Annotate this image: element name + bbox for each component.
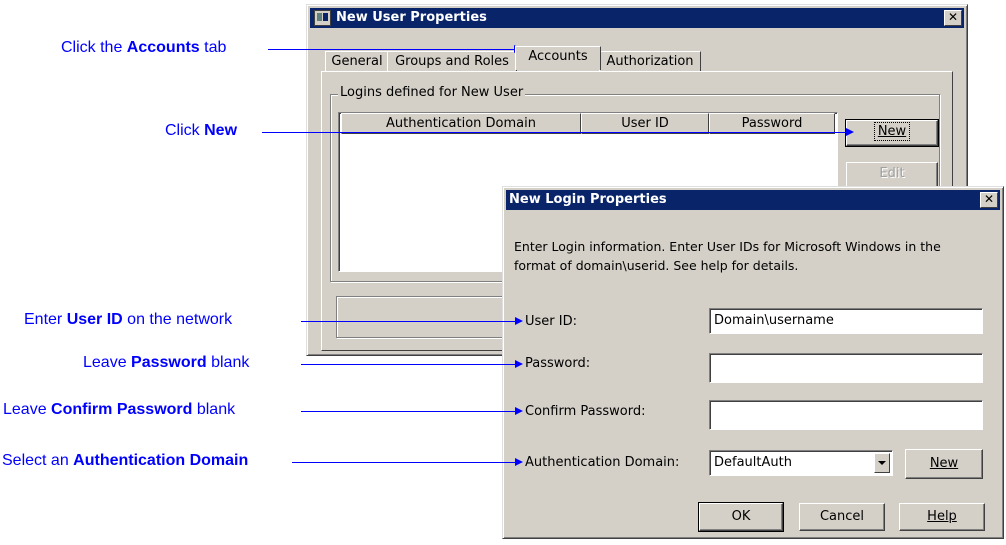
annotation-new-bold: New bbox=[204, 122, 238, 139]
annotation-accounts-line bbox=[268, 49, 518, 50]
column-user-id[interactable]: User ID bbox=[581, 113, 709, 134]
close-icon: ✕ bbox=[947, 10, 959, 24]
confirm-password-label-text: Confirm Password: bbox=[525, 404, 646, 419]
login-dialog-close-button[interactable]: ✕ bbox=[980, 192, 998, 208]
user-id-label-text: User ID: bbox=[525, 314, 577, 329]
authentication-domain-label: Authentication Domain: bbox=[525, 455, 679, 470]
arrow-icon bbox=[515, 407, 523, 415]
annotation-accounts-post: tab bbox=[199, 39, 227, 56]
annotation-domain-pre: Select an bbox=[2, 452, 74, 469]
annotation-authentication-domain: Select an Authentication Domain bbox=[2, 452, 248, 470]
password-field[interactable] bbox=[709, 353, 983, 383]
annotation-new: Click New bbox=[165, 122, 237, 140]
tab-general-label: General bbox=[331, 54, 383, 69]
tab-groups-and-roles[interactable]: Groups and Roles bbox=[387, 51, 517, 72]
cancel-label: Cancel bbox=[819, 509, 865, 524]
logins-new-label: New bbox=[873, 122, 911, 141]
annotation-confirm-bold: Confirm Password bbox=[51, 401, 193, 418]
annotation-user-id-line bbox=[301, 321, 519, 322]
annotation-domain-line bbox=[292, 462, 519, 463]
annotation-confirm-line bbox=[301, 411, 519, 412]
annotation-new-pre: Click bbox=[165, 122, 205, 139]
logins-group-label: Logins defined for New User bbox=[338, 85, 526, 100]
annotation-password-bold: Password bbox=[131, 354, 207, 371]
tab-authorization-label: Authorization bbox=[606, 54, 694, 69]
annotation-user-id-pre: Enter bbox=[24, 311, 67, 328]
confirm-password-field[interactable] bbox=[709, 400, 983, 430]
login-dialog-title: New Login Properties bbox=[509, 192, 667, 207]
annotation-password-line bbox=[301, 364, 519, 365]
annotation-password-post: blank bbox=[206, 354, 250, 371]
user-id-label: User ID: bbox=[525, 314, 577, 329]
authentication-domain-label-text: Authentication Domain: bbox=[525, 455, 680, 470]
column-password-label: Password bbox=[741, 116, 803, 131]
chevron-down-icon bbox=[878, 461, 886, 465]
login-instructions-line2: format of domain\userid. See help for de… bbox=[514, 258, 799, 273]
domain-new-button[interactable]: New bbox=[905, 449, 983, 479]
cancel-button[interactable]: Cancel bbox=[799, 503, 885, 531]
tab-accounts-label: Accounts bbox=[528, 49, 588, 64]
annotation-accounts-bold: Accounts bbox=[126, 39, 200, 56]
annotation-password: Leave Password blank bbox=[83, 354, 249, 372]
user-window-close-button[interactable]: ✕ bbox=[944, 10, 962, 26]
arrow-icon bbox=[515, 458, 523, 466]
user-id-field[interactable]: Domain\username bbox=[709, 308, 983, 334]
annotation-confirm-post: blank bbox=[192, 401, 236, 418]
column-authentication-domain-label: Authentication Domain bbox=[385, 116, 536, 131]
annotation-domain-bold: Authentication Domain bbox=[73, 452, 249, 469]
domain-new-label: New bbox=[929, 456, 959, 471]
column-user-id-label: User ID bbox=[621, 116, 669, 131]
login-instructions-line1: Enter Login information. Enter User IDs … bbox=[514, 239, 941, 254]
authentication-domain-value: DefaultAuth bbox=[714, 455, 792, 470]
logins-edit-label: Edit bbox=[879, 166, 905, 181]
user-window-title: New User Properties bbox=[336, 10, 487, 25]
new-login-properties-dialog: New Login Properties ✕ Enter Login infor… bbox=[502, 186, 1004, 539]
close-icon: ✕ bbox=[983, 192, 995, 206]
password-label: Password: bbox=[525, 356, 590, 371]
help-button[interactable]: Help bbox=[899, 503, 985, 531]
logins-new-button[interactable]: New bbox=[845, 119, 939, 147]
tab-authorization[interactable]: Authorization bbox=[599, 51, 701, 72]
column-authentication-domain[interactable]: Authentication Domain bbox=[341, 113, 581, 134]
arrow-icon bbox=[515, 317, 523, 325]
annotation-user-id: Enter User ID on the network bbox=[24, 311, 232, 329]
annotation-user-id-bold: User ID bbox=[66, 311, 123, 328]
annotation-confirm-pre: Leave bbox=[3, 401, 52, 418]
annotation-new-line bbox=[262, 132, 852, 133]
user-window-titlebar[interactable]: New User Properties ✕ bbox=[310, 8, 964, 28]
annotation-accounts-pre: Click the bbox=[61, 39, 127, 56]
tab-groups-label: Groups and Roles bbox=[395, 54, 509, 69]
tab-accounts[interactable]: Accounts bbox=[515, 46, 601, 70]
annotation-accounts-tab: Click the Accounts tab bbox=[61, 39, 226, 57]
tab-general[interactable]: General bbox=[325, 51, 389, 72]
login-dialog-titlebar[interactable]: New Login Properties ✕ bbox=[506, 190, 1000, 210]
arrow-icon bbox=[515, 360, 523, 368]
annotation-confirm-password: Leave Confirm Password blank bbox=[3, 401, 235, 419]
confirm-password-label: Confirm Password: bbox=[525, 404, 645, 419]
user-properties-icon bbox=[314, 10, 331, 26]
arrow-icon bbox=[846, 128, 854, 136]
help-label: Help bbox=[927, 509, 957, 524]
annotation-password-pre: Leave bbox=[83, 354, 132, 371]
password-label-text: Password: bbox=[525, 356, 591, 371]
logins-edit-button[interactable]: Edit bbox=[846, 162, 938, 188]
ok-button[interactable]: OK bbox=[698, 502, 784, 532]
authentication-domain-select[interactable]: DefaultAuth bbox=[709, 450, 893, 476]
ok-label: OK bbox=[731, 509, 751, 524]
annotation-user-id-post: on the network bbox=[122, 311, 233, 328]
dropdown-button[interactable] bbox=[874, 453, 890, 473]
column-password[interactable]: Password bbox=[709, 113, 835, 134]
